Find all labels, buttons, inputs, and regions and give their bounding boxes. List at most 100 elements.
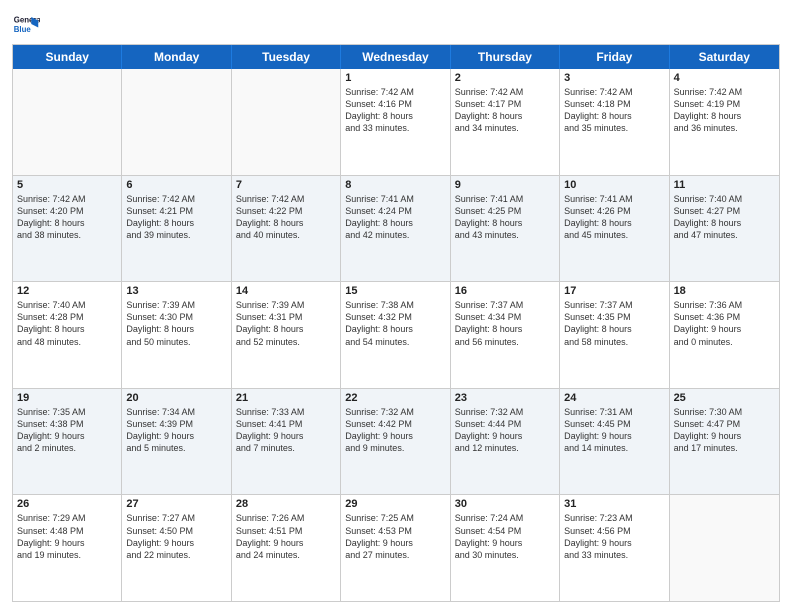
calendar-row-3: 19 Sunrise: 7:35 AM Sunset: 4:38 PM Dayli… — [13, 388, 779, 495]
day-number: 1 — [345, 72, 445, 84]
calendar-cell-r1-c4: 9 Sunrise: 7:41 AM Sunset: 4:25 PM Daylig… — [451, 176, 560, 282]
calendar-cell-r4-c5: 31 Sunrise: 7:23 AM Sunset: 4:56 PM Dayli… — [560, 495, 669, 601]
calendar-cell-r0-c1 — [122, 69, 231, 175]
svg-text:Blue: Blue — [14, 25, 32, 34]
calendar-cell-r1-c1: 6 Sunrise: 7:42 AM Sunset: 4:21 PM Daylig… — [122, 176, 231, 282]
calendar-cell-r3-c3: 22Sunrise: 7:32 AM Sunset: 4:42 PM Dayli… — [341, 389, 450, 495]
calendar-cell-r4-c6 — [670, 495, 779, 601]
day-number: 25 — [674, 392, 775, 404]
calendar-header: SundayMondayTuesdayWednesdayThursdayFrid… — [13, 45, 779, 69]
cell-info: Sunrise: 7:31 AM Sunset: 4:45 PM Dayligh… — [564, 406, 664, 455]
calendar-cell-r0-c5: 3 Sunrise: 7:42 AM Sunset: 4:18 PM Daylig… — [560, 69, 669, 175]
day-number: 24 — [564, 392, 664, 404]
cell-info: Sunrise: 7:29 AM Sunset: 4:48 PM Dayligh… — [17, 512, 117, 561]
calendar-cell-r3-c4: 23Sunrise: 7:32 AM Sunset: 4:44 PM Dayli… — [451, 389, 560, 495]
day-number: 18 — [674, 285, 775, 297]
calendar-cell-r4-c2: 28 Sunrise: 7:26 AM Sunset: 4:51 PM Dayli… — [232, 495, 341, 601]
calendar-cell-r2-c4: 16Sunrise: 7:37 AM Sunset: 4:34 PM Dayli… — [451, 282, 560, 388]
logo-icon: General Blue — [12, 10, 40, 38]
cell-info: Sunrise: 7:24 AM Sunset: 4:54 PM Dayligh… — [455, 512, 555, 561]
day-number: 14 — [236, 285, 336, 297]
calendar-row-4: 26 Sunrise: 7:29 AM Sunset: 4:48 PM Dayli… — [13, 494, 779, 601]
page-header: General Blue — [12, 10, 780, 38]
calendar-cell-r4-c1: 27 Sunrise: 7:27 AM Sunset: 4:50 PM Dayli… — [122, 495, 231, 601]
cell-info: Sunrise: 7:40 AM Sunset: 4:27 PM Dayligh… — [674, 193, 775, 242]
cell-info: Sunrise: 7:39 AM Sunset: 4:31 PM Dayligh… — [236, 299, 336, 348]
calendar-cell-r2-c0: 12 Sunrise: 7:40 AM Sunset: 4:28 PM Dayli… — [13, 282, 122, 388]
calendar-row-2: 12 Sunrise: 7:40 AM Sunset: 4:28 PM Dayli… — [13, 281, 779, 388]
cell-info: Sunrise: 7:42 AM Sunset: 4:16 PM Dayligh… — [345, 86, 445, 135]
cell-info: Sunrise: 7:23 AM Sunset: 4:56 PM Dayligh… — [564, 512, 664, 561]
day-number: 30 — [455, 498, 555, 510]
day-number: 8 — [345, 179, 445, 191]
day-number: 6 — [126, 179, 226, 191]
day-number: 7 — [236, 179, 336, 191]
day-number: 3 — [564, 72, 664, 84]
cell-info: Sunrise: 7:35 AM Sunset: 4:38 PM Dayligh… — [17, 406, 117, 455]
calendar-cell-r3-c0: 19 Sunrise: 7:35 AM Sunset: 4:38 PM Dayli… — [13, 389, 122, 495]
cell-info: Sunrise: 7:39 AM Sunset: 4:30 PM Dayligh… — [126, 299, 226, 348]
day-number: 23 — [455, 392, 555, 404]
header-day-sunday: Sunday — [13, 45, 122, 69]
day-number: 19 — [17, 392, 117, 404]
calendar-cell-r0-c4: 2Sunrise: 7:42 AM Sunset: 4:17 PM Daylig… — [451, 69, 560, 175]
cell-info: Sunrise: 7:38 AM Sunset: 4:32 PM Dayligh… — [345, 299, 445, 348]
day-number: 4 — [674, 72, 775, 84]
header-day-wednesday: Wednesday — [341, 45, 450, 69]
calendar-cell-r1-c2: 7 Sunrise: 7:42 AM Sunset: 4:22 PM Daylig… — [232, 176, 341, 282]
calendar-cell-r0-c0 — [13, 69, 122, 175]
cell-info: Sunrise: 7:27 AM Sunset: 4:50 PM Dayligh… — [126, 512, 226, 561]
day-number: 21 — [236, 392, 336, 404]
header-day-tuesday: Tuesday — [232, 45, 341, 69]
cell-info: Sunrise: 7:30 AM Sunset: 4:47 PM Dayligh… — [674, 406, 775, 455]
day-number: 2 — [455, 72, 555, 84]
calendar-cell-r0-c3: 1 Sunrise: 7:42 AM Sunset: 4:16 PM Daylig… — [341, 69, 450, 175]
day-number: 15 — [345, 285, 445, 297]
cell-info: Sunrise: 7:42 AM Sunset: 4:18 PM Dayligh… — [564, 86, 664, 135]
calendar-cell-r4-c0: 26 Sunrise: 7:29 AM Sunset: 4:48 PM Dayli… — [13, 495, 122, 601]
calendar-cell-r0-c6: 4Sunrise: 7:42 AM Sunset: 4:19 PM Daylig… — [670, 69, 779, 175]
calendar-cell-r1-c3: 8 Sunrise: 7:41 AM Sunset: 4:24 PM Daylig… — [341, 176, 450, 282]
cell-info: Sunrise: 7:26 AM Sunset: 4:51 PM Dayligh… — [236, 512, 336, 561]
header-day-thursday: Thursday — [451, 45, 560, 69]
calendar-page: General Blue SundayMondayTuesdayWednesda… — [0, 0, 792, 612]
cell-info: Sunrise: 7:32 AM Sunset: 4:42 PM Dayligh… — [345, 406, 445, 455]
calendar-cell-r2-c5: 17 Sunrise: 7:37 AM Sunset: 4:35 PM Dayli… — [560, 282, 669, 388]
day-number: 9 — [455, 179, 555, 191]
cell-info: Sunrise: 7:41 AM Sunset: 4:26 PM Dayligh… — [564, 193, 664, 242]
cell-info: Sunrise: 7:42 AM Sunset: 4:22 PM Dayligh… — [236, 193, 336, 242]
calendar-cell-r4-c3: 29Sunrise: 7:25 AM Sunset: 4:53 PM Dayli… — [341, 495, 450, 601]
calendar-cell-r1-c6: 11 Sunrise: 7:40 AM Sunset: 4:27 PM Dayli… — [670, 176, 779, 282]
header-day-saturday: Saturday — [670, 45, 779, 69]
header-day-friday: Friday — [560, 45, 669, 69]
calendar-cell-r2-c1: 13Sunrise: 7:39 AM Sunset: 4:30 PM Dayli… — [122, 282, 231, 388]
day-number: 12 — [17, 285, 117, 297]
calendar-cell-r3-c6: 25 Sunrise: 7:30 AM Sunset: 4:47 PM Dayli… — [670, 389, 779, 495]
cell-info: Sunrise: 7:41 AM Sunset: 4:25 PM Dayligh… — [455, 193, 555, 242]
day-number: 26 — [17, 498, 117, 510]
day-number: 31 — [564, 498, 664, 510]
cell-info: Sunrise: 7:34 AM Sunset: 4:39 PM Dayligh… — [126, 406, 226, 455]
cell-info: Sunrise: 7:33 AM Sunset: 4:41 PM Dayligh… — [236, 406, 336, 455]
calendar-cell-r3-c5: 24 Sunrise: 7:31 AM Sunset: 4:45 PM Dayli… — [560, 389, 669, 495]
day-number: 27 — [126, 498, 226, 510]
calendar-body: 1 Sunrise: 7:42 AM Sunset: 4:16 PM Daylig… — [13, 69, 779, 601]
cell-info: Sunrise: 7:42 AM Sunset: 4:21 PM Dayligh… — [126, 193, 226, 242]
cell-info: Sunrise: 7:37 AM Sunset: 4:35 PM Dayligh… — [564, 299, 664, 348]
calendar-cell-r1-c0: 5Sunrise: 7:42 AM Sunset: 4:20 PM Daylig… — [13, 176, 122, 282]
cell-info: Sunrise: 7:41 AM Sunset: 4:24 PM Dayligh… — [345, 193, 445, 242]
cell-info: Sunrise: 7:40 AM Sunset: 4:28 PM Dayligh… — [17, 299, 117, 348]
day-number: 11 — [674, 179, 775, 191]
day-number: 5 — [17, 179, 117, 191]
day-number: 17 — [564, 285, 664, 297]
calendar-grid: SundayMondayTuesdayWednesdayThursdayFrid… — [12, 44, 780, 602]
day-number: 10 — [564, 179, 664, 191]
calendar-cell-r3-c2: 21 Sunrise: 7:33 AM Sunset: 4:41 PM Dayli… — [232, 389, 341, 495]
day-number: 16 — [455, 285, 555, 297]
calendar-row-0: 1 Sunrise: 7:42 AM Sunset: 4:16 PM Daylig… — [13, 69, 779, 175]
day-number: 28 — [236, 498, 336, 510]
calendar-cell-r4-c4: 30 Sunrise: 7:24 AM Sunset: 4:54 PM Dayli… — [451, 495, 560, 601]
calendar-cell-r3-c1: 20Sunrise: 7:34 AM Sunset: 4:39 PM Dayli… — [122, 389, 231, 495]
cell-info: Sunrise: 7:36 AM Sunset: 4:36 PM Dayligh… — [674, 299, 775, 348]
logo: General Blue — [12, 10, 44, 38]
